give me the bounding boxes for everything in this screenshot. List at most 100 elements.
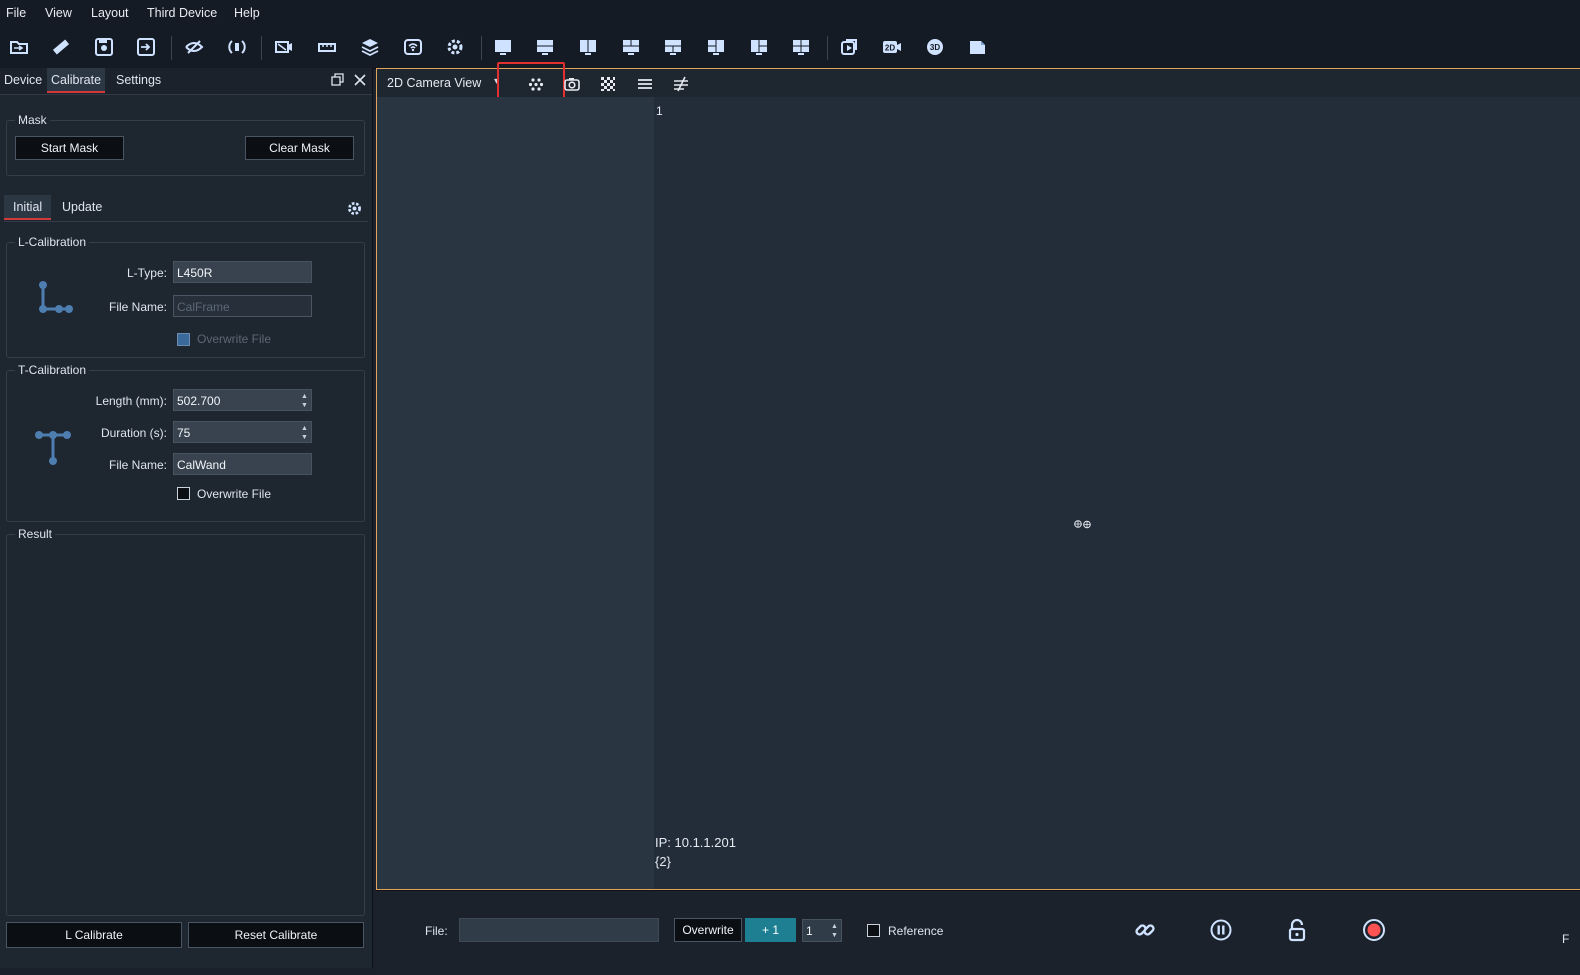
mask-title: Mask xyxy=(15,113,50,127)
length-spin-arrows[interactable]: ▲ ▼ xyxy=(300,392,309,410)
playback-icon[interactable] xyxy=(836,34,862,60)
main-toolbar: 2D 3D xyxy=(0,26,1580,69)
l-frame-icon xyxy=(33,279,75,319)
length-value: 502.700 xyxy=(177,394,221,408)
menu-file[interactable]: File xyxy=(6,6,26,20)
tab-settings[interactable]: Settings xyxy=(112,68,165,93)
close-panel-icon[interactable] xyxy=(353,73,367,87)
marker-crosshair-icon xyxy=(1073,518,1095,529)
menu-third-device[interactable]: Third Device xyxy=(147,6,217,20)
counter-spinbox[interactable]: 1 ▲ ▼ xyxy=(802,919,842,942)
counter-spin-arrows[interactable]: ▲ ▼ xyxy=(830,922,839,940)
start-mask-button[interactable]: Start Mask xyxy=(15,136,124,160)
layout-left-three-icon[interactable] xyxy=(703,34,729,60)
overwrite-button[interactable]: Overwrite xyxy=(674,918,742,942)
tab-update[interactable]: Update xyxy=(54,195,110,220)
camera-ip: IP: 10.1.1.201 xyxy=(655,835,736,850)
length-spinbox[interactable]: 502.700 ▲ ▼ xyxy=(173,389,312,411)
camera-view-toolbar: 2D Camera View ▾ xyxy=(377,62,1580,110)
svg-text:3D: 3D xyxy=(930,43,940,52)
left-panel: Device Calibrate Settings Mask Start Mas… xyxy=(0,68,373,968)
camera-view-title: 2D Camera View xyxy=(387,76,482,90)
reset-calibrate-button[interactable]: Reset Calibrate xyxy=(188,922,364,948)
camera-number: 1 xyxy=(656,104,663,118)
menu-view[interactable]: View xyxy=(45,6,72,20)
float-panel-icon[interactable] xyxy=(331,73,345,87)
layout-split-h-icon[interactable] xyxy=(532,34,558,60)
l-calibration-title: L-Calibration xyxy=(15,235,90,249)
layers-icon[interactable] xyxy=(357,34,383,60)
layout-grid-icon[interactable] xyxy=(618,34,644,60)
record-file-input[interactable] xyxy=(459,918,659,942)
l-calibrate-button[interactable]: L Calibrate xyxy=(6,922,182,948)
view-3d-icon[interactable]: 3D xyxy=(922,34,948,60)
camera-index: {2} xyxy=(655,854,671,869)
clear-mask-button[interactable]: Clear Mask xyxy=(245,136,354,160)
duration-spinbox[interactable]: 75 ▲ ▼ xyxy=(173,421,312,443)
svg-text:2D: 2D xyxy=(885,44,895,53)
checkerboard-icon[interactable] xyxy=(599,75,617,93)
menu-layout[interactable]: Layout xyxy=(91,6,129,20)
reference-label: Reference xyxy=(888,924,944,938)
measure-icon[interactable] xyxy=(314,34,340,60)
duration-value: 75 xyxy=(177,426,191,440)
layout-single-icon[interactable] xyxy=(490,34,516,60)
length-label: Length (mm): xyxy=(95,394,167,408)
camera-image-area[interactable]: 1 IP: 10.1.1.201 {2} xyxy=(654,97,1580,881)
l-overwrite-checkbox[interactable] xyxy=(177,333,190,346)
layout-four-icon[interactable] xyxy=(788,34,814,60)
tab-device[interactable]: Device xyxy=(0,68,46,93)
layout-right-three-icon[interactable] xyxy=(746,34,772,60)
tab-initial[interactable]: Initial xyxy=(4,195,52,220)
t-filename-label: File Name: xyxy=(108,458,167,472)
snapshot-camera-icon[interactable] xyxy=(563,75,581,93)
ruler-icon[interactable] xyxy=(48,34,74,60)
mask-group: Mask Start Mask Clear Mask xyxy=(6,113,365,176)
t-overwrite-checkbox[interactable] xyxy=(177,487,190,500)
camera-view-pane: 2D Camera View ▾ 1 IP: 10.1.1.201 {2} xyxy=(376,62,1580,890)
wireless-icon[interactable] xyxy=(400,34,426,60)
recording-bar: File: Overwrite + 1 1 ▲ ▼ Reference F xyxy=(376,890,1580,975)
lines-menu-icon[interactable] xyxy=(636,75,654,93)
view-2d-icon[interactable]: 2D xyxy=(879,34,905,60)
unlock-icon[interactable] xyxy=(1284,917,1310,943)
l-filename-input[interactable]: CalFrame xyxy=(173,295,312,317)
plus-one-button[interactable]: + 1 xyxy=(745,918,796,942)
record-icon[interactable] xyxy=(1361,917,1387,943)
l-calibration-group: L-Calibration L-Type: L450R File Name: C… xyxy=(6,235,365,358)
t-filename-input[interactable]: CalWand xyxy=(173,453,312,475)
rotate-icon[interactable] xyxy=(224,34,250,60)
left-tab-bar: Device Calibrate Settings xyxy=(0,68,372,95)
menu-bar: File View Layout Third Device Help xyxy=(0,0,1580,26)
duration-label: Duration (s): xyxy=(100,426,167,440)
result-group: Result xyxy=(6,527,365,916)
layout-split-v-icon[interactable] xyxy=(575,34,601,60)
l-overwrite-label: Overwrite File xyxy=(197,332,272,346)
not-equal-filter-icon[interactable] xyxy=(672,75,690,93)
camera-list-panel xyxy=(377,97,654,889)
pause-icon[interactable] xyxy=(1208,917,1234,943)
ltype-label: L-Type: xyxy=(126,266,167,280)
calibration-subtabs: Initial Update xyxy=(4,195,368,222)
file-label: File: xyxy=(425,924,448,938)
save-as-icon[interactable] xyxy=(133,34,159,60)
reference-checkbox[interactable] xyxy=(867,924,880,937)
camera-off-icon[interactable] xyxy=(271,34,297,60)
layout-top-two-icon[interactable] xyxy=(660,34,686,60)
t-overwrite-label: Overwrite File xyxy=(197,487,272,501)
counter-value: 1 xyxy=(806,924,813,938)
document-icon[interactable] xyxy=(964,34,990,60)
duration-spin-arrows[interactable]: ▲ ▼ xyxy=(300,424,309,442)
truncated-status-text: F xyxy=(1562,932,1570,946)
menu-help[interactable]: Help xyxy=(234,6,260,20)
save-icon[interactable] xyxy=(91,34,117,60)
result-title: Result xyxy=(15,527,56,541)
eye-hide-icon[interactable] xyxy=(181,34,207,60)
open-folder-icon[interactable] xyxy=(6,34,32,60)
tab-calibrate[interactable]: Calibrate xyxy=(47,68,106,93)
l-filename-label: File Name: xyxy=(108,300,167,314)
link-icon[interactable] xyxy=(1132,917,1158,943)
settings-gear-icon[interactable] xyxy=(442,34,468,60)
ltype-field[interactable]: L450R xyxy=(173,261,312,283)
calibration-settings-gear-icon[interactable] xyxy=(346,200,363,217)
